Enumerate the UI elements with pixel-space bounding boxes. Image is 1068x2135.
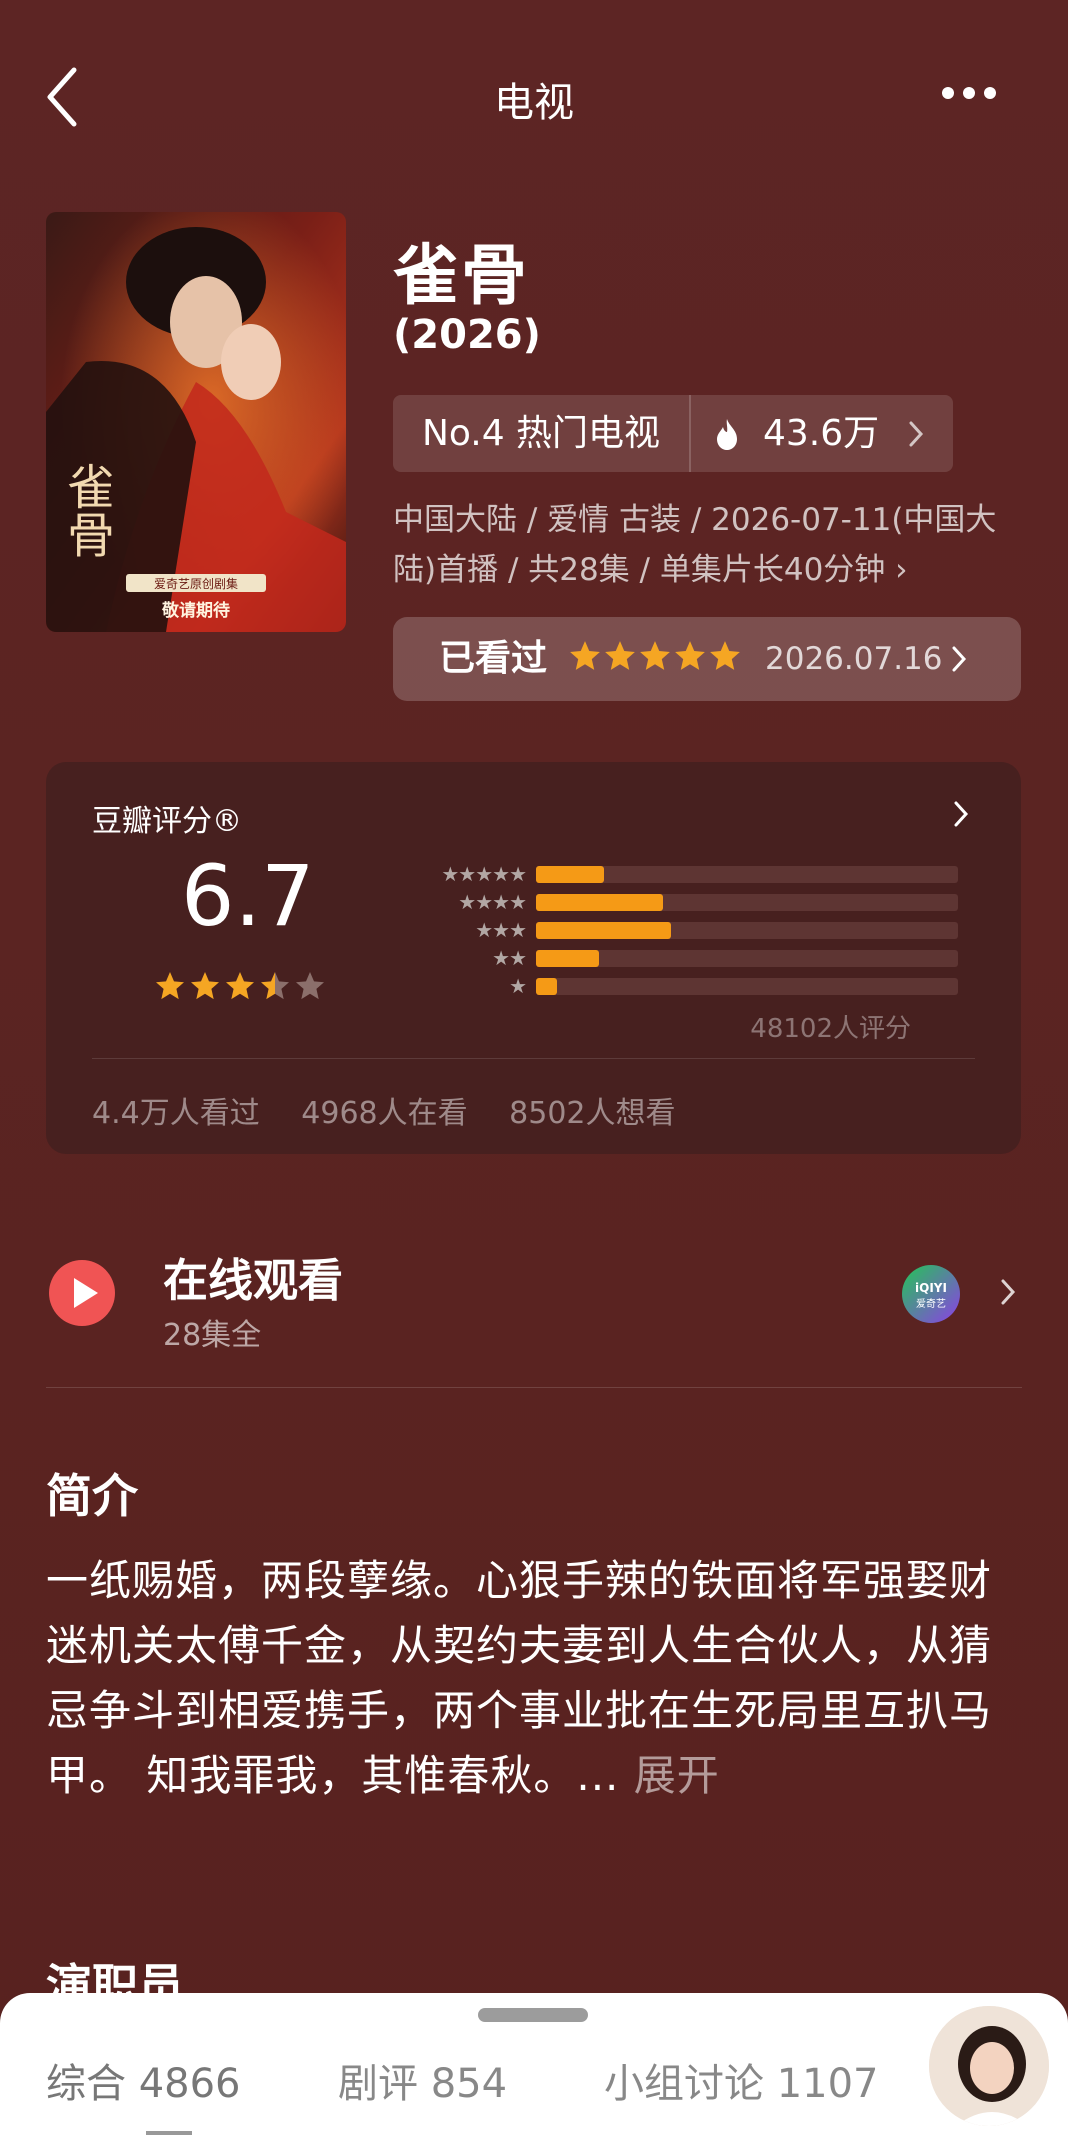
distribution-row-2: ★★ bbox=[366, 948, 966, 968]
distribution-track bbox=[536, 894, 958, 911]
chevron-right-icon bbox=[909, 421, 924, 447]
star-icon bbox=[675, 641, 705, 670]
distribution-stars-label: ★★★★ bbox=[458, 890, 527, 914]
tab-overview[interactable]: 综合 4866 bbox=[46, 2051, 241, 2109]
distribution-row-5: ★★★★★ bbox=[366, 864, 966, 884]
distribution-bar bbox=[536, 922, 672, 939]
star-icon bbox=[570, 641, 600, 670]
avatar[interactable] bbox=[926, 2003, 1052, 2129]
show-year: (2026) bbox=[393, 312, 541, 358]
divider bbox=[46, 1387, 1022, 1388]
stat-watched: 4.4万人看过 bbox=[92, 1096, 260, 1131]
tab-indicator bbox=[146, 2131, 192, 2135]
poster-image[interactable]: 雀骨 爱奇艺原创剧集 敬请期待 bbox=[46, 212, 346, 632]
rank-badge[interactable]: No.4 热门电视 43.6万 bbox=[393, 395, 953, 472]
distribution-track bbox=[536, 978, 958, 995]
distribution-row-1: ★ bbox=[366, 976, 966, 996]
bottom-sheet[interactable]: 综合 4866 剧评 854 小组讨论 1107 bbox=[0, 1993, 1068, 2135]
star-icon bbox=[640, 641, 670, 670]
poster-brand-text: 爱奇艺原创剧集 bbox=[154, 576, 238, 591]
rating-score: 6.7 bbox=[181, 847, 315, 945]
sheet-handle[interactable] bbox=[478, 2008, 588, 2022]
tab-group-discussion[interactable]: 小组讨论 1107 bbox=[604, 2051, 879, 2109]
page: 电视 雀骨 爱奇艺原创剧集 敬请期待 雀骨 (2026) No.4 热门电视 4… bbox=[0, 0, 1068, 2135]
chevron-right-icon bbox=[952, 646, 967, 672]
iqiyi-icon[interactable]: iQIYI 爱奇艺 bbox=[902, 1265, 960, 1323]
rating-title: 豆瓣评分® bbox=[92, 804, 242, 839]
star-icon bbox=[226, 972, 254, 1000]
distribution-stars-label: ★★★★★ bbox=[441, 862, 527, 886]
online-watch-subtitle: 28集全 bbox=[163, 1318, 262, 1353]
more-horizontal-icon[interactable] bbox=[942, 84, 1006, 100]
poster-title-glyph: 雀骨 bbox=[58, 462, 114, 558]
iqiyi-logo-text: iQIYI bbox=[915, 1281, 947, 1295]
divider bbox=[92, 1058, 975, 1059]
distribution-stars-label: ★ bbox=[509, 974, 527, 998]
watched-stars bbox=[568, 639, 743, 677]
rank-label: No.4 热门电视 bbox=[393, 395, 691, 472]
stat-want: 8502人想看 bbox=[509, 1096, 676, 1131]
synopsis-body: 一纸赐婚，两段孽缘。心狠手辣的铁面将军强娶财迷机关太傅千金，从契约夫妻到人生合伙… bbox=[46, 1556, 993, 1800]
rating-stats: 4.4万人看过 4968人在看 8502人想看 bbox=[92, 1088, 708, 1132]
rating-card[interactable]: 豆瓣评分® 6.7 ★★★★★ ★★★★ ★★★ ★★ ★ 48102人评分 4.4万人… bbox=[46, 762, 1021, 1154]
watched-date: 2026.07.16 bbox=[765, 641, 943, 677]
chevron-right-icon[interactable] bbox=[1000, 1278, 1016, 1306]
page-title: 电视 bbox=[494, 80, 574, 126]
show-title: 雀骨 bbox=[393, 237, 529, 314]
star-icon bbox=[605, 641, 635, 670]
distribution-row-3: ★★★ bbox=[366, 920, 966, 940]
poster-status-text: 敬请期待 bbox=[161, 600, 230, 621]
star-icon bbox=[296, 972, 324, 1000]
distribution-bar bbox=[536, 866, 604, 883]
distribution-stars-label: ★★★ bbox=[475, 918, 527, 942]
heat-value: 43.6万 bbox=[763, 413, 880, 454]
star-icon bbox=[710, 641, 740, 670]
watched-label: 已看过 bbox=[439, 638, 548, 679]
star-icon bbox=[156, 972, 184, 1000]
synopsis-title: 简介 bbox=[46, 1469, 138, 1523]
online-watch-title[interactable]: 在线观看 bbox=[163, 1244, 343, 1309]
distribution-row-4: ★★★★ bbox=[366, 892, 966, 912]
distribution-bar bbox=[536, 950, 600, 967]
star-icon bbox=[191, 972, 219, 1000]
top-bar: 电视 bbox=[0, 40, 1068, 150]
play-icon[interactable] bbox=[49, 1260, 115, 1326]
stat-watching: 4968人在看 bbox=[301, 1096, 468, 1131]
distribution-bar bbox=[536, 894, 663, 911]
rating-count: 48102人评分 bbox=[750, 1014, 911, 1044]
synopsis-text: 一纸赐婚，两段孽缘。心狠手辣的铁面将军强娶财迷机关太傅千金，从契约夫妻到人生合伙… bbox=[46, 1548, 1021, 1808]
distribution-track bbox=[536, 950, 958, 967]
distribution-bar bbox=[536, 978, 558, 995]
star-icon bbox=[261, 972, 289, 1000]
tab-reviews[interactable]: 剧评 854 bbox=[338, 2051, 507, 2109]
watched-status[interactable]: 已看过 2026.07.16 bbox=[393, 617, 1021, 701]
distribution-stars-label: ★★ bbox=[492, 946, 527, 970]
distribution-track bbox=[536, 922, 958, 939]
rating-stars bbox=[154, 970, 329, 1006]
show-meta[interactable]: 中国大陆 / 爱情 古装 / 2026-07-11(中国大陆)首播 / 共28集… bbox=[393, 495, 1033, 595]
distribution-track bbox=[536, 866, 958, 883]
fire-icon bbox=[717, 419, 737, 450]
chevron-right-icon[interactable] bbox=[953, 800, 969, 828]
expand-link[interactable]: 展开 bbox=[634, 1751, 720, 1800]
iqiyi-logo-text-cn: 爱奇艺 bbox=[916, 1297, 946, 1310]
